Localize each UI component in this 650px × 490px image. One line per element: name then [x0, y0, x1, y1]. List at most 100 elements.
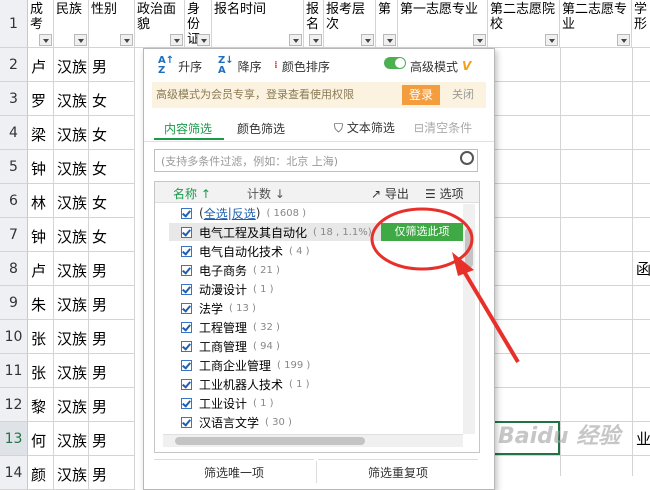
row-number[interactable]: 14 — [0, 456, 28, 490]
gender-cell[interactable]: 女 — [89, 116, 135, 150]
list-item[interactable]: 电气自动化技术( 4 ) — [181, 242, 310, 260]
filter-dropdown-icon[interactable] — [361, 34, 374, 46]
gender-cell[interactable]: 女 — [89, 184, 135, 218]
sort-ascending-button[interactable]: A↑ Z 升序 — [158, 56, 202, 76]
column-header[interactable]: 第二志愿专业 — [560, 0, 632, 48]
login-button[interactable]: 登录 — [402, 85, 440, 105]
scrollbar-thumb[interactable] — [465, 228, 473, 268]
ethnic-cell[interactable]: 汉族 — [54, 320, 89, 354]
checkbox[interactable] — [181, 245, 192, 257]
name-cell[interactable]: 何 — [28, 422, 54, 456]
filter-dropdown-icon[interactable] — [473, 34, 486, 46]
ethnic-cell[interactable]: 汉族 — [54, 116, 89, 150]
checkbox[interactable] — [181, 378, 192, 390]
ethnic-cell[interactable]: 汉族 — [54, 354, 89, 388]
filter-dropdown-icon[interactable] — [289, 34, 302, 46]
gender-cell[interactable]: 女 — [89, 82, 135, 116]
select-all-row[interactable]: (全选 | 反选)( 1608 ) — [181, 204, 306, 222]
row-number[interactable]: 10 — [0, 320, 28, 354]
row-number[interactable]: 3 — [0, 82, 28, 116]
ethnic-cell[interactable]: 汉族 — [54, 150, 89, 184]
options-button[interactable]: ☰ 选项 — [425, 185, 464, 202]
column-header[interactable]: 政治面貌 — [135, 0, 185, 48]
column-header[interactable]: 第一志愿专业 — [398, 0, 488, 48]
name-cell[interactable]: 卢 — [28, 48, 54, 82]
ethnic-cell[interactable]: 汉族 — [54, 286, 89, 320]
tab-content-filter[interactable]: 内容筛选 — [164, 120, 212, 137]
vertical-scrollbar[interactable] — [463, 204, 475, 434]
list-item[interactable]: 汉语言文学( 30 ) — [181, 413, 292, 431]
row-number[interactable]: 7 — [0, 218, 28, 252]
list-item[interactable]: 电气工程及其自动化( 18 , 1.1%) — [181, 223, 372, 241]
column-header[interactable]: 报名时间 — [212, 0, 304, 48]
advanced-mode-toggle[interactable] — [384, 57, 406, 69]
close-banner-button[interactable]: 关闭 — [452, 82, 474, 108]
gender-cell[interactable]: 男 — [89, 422, 135, 456]
list-item[interactable]: 电子商务( 21 ) — [181, 261, 280, 279]
ethnic-cell[interactable]: 汉族 — [54, 456, 89, 490]
row-number[interactable]: 5 — [0, 150, 28, 184]
gender-cell[interactable]: 男 — [89, 456, 135, 490]
name-cell[interactable]: 朱 — [28, 286, 54, 320]
name-cell[interactable]: 张 — [28, 354, 54, 388]
list-item[interactable]: 动漫设计( 1 ) — [181, 280, 274, 298]
filter-dropdown-icon[interactable] — [309, 34, 322, 46]
filter-dropdown-icon[interactable] — [120, 34, 133, 46]
checkbox[interactable] — [181, 226, 192, 238]
name-cell[interactable]: 颜 — [28, 456, 54, 490]
gender-cell[interactable]: 男 — [89, 252, 135, 286]
column-header[interactable]: 身份证 — [185, 0, 212, 48]
checkbox[interactable] — [181, 207, 192, 219]
column-header[interactable]: 民族 — [54, 0, 89, 48]
filter-unique-button[interactable]: 筛选唯一项 — [154, 459, 314, 486]
sort-by-name[interactable]: 名称 ↑ — [173, 185, 211, 202]
list-item[interactable]: 法学( 13 ) — [181, 299, 256, 317]
filter-only-this-button[interactable]: 仅筛选此项 — [381, 223, 463, 241]
row-number[interactable]: 9 — [0, 286, 28, 320]
name-cell[interactable]: 卢 — [28, 252, 54, 286]
filter-dropdown-icon[interactable] — [170, 34, 183, 46]
scrollbar-thumb[interactable] — [175, 437, 365, 445]
tab-color-filter[interactable]: 颜色筛选 — [237, 120, 285, 137]
filter-dropdown-icon[interactable] — [617, 34, 630, 46]
filter-dropdown-icon[interactable] — [197, 34, 210, 46]
ethnic-cell[interactable]: 汉族 — [54, 252, 89, 286]
filter-dropdown-icon[interactable] — [383, 34, 396, 46]
column-header[interactable]: 第二志愿院校 — [488, 0, 560, 48]
column-header[interactable]: 成考 — [28, 0, 54, 48]
invert-link[interactable]: 反选 — [232, 205, 256, 222]
row-number[interactable]: 11 — [0, 354, 28, 388]
list-item[interactable]: 工商企业管理( 199 ) — [181, 356, 310, 374]
name-cell[interactable]: 梁 — [28, 116, 54, 150]
name-cell[interactable]: 罗 — [28, 82, 54, 116]
row-number[interactable]: 12 — [0, 388, 28, 422]
search-input[interactable]: (支持多条件过滤，例如：北京 上海) — [154, 149, 478, 172]
ethnic-cell[interactable]: 汉族 — [54, 422, 89, 456]
name-cell[interactable]: 张 — [28, 320, 54, 354]
column-header[interactable]: 第 — [376, 0, 398, 48]
ethnic-cell[interactable]: 汉族 — [54, 48, 89, 82]
row-number[interactable]: 1 — [0, 0, 28, 48]
checkbox[interactable] — [181, 302, 192, 314]
column-header[interactable]: 报名 — [304, 0, 324, 48]
list-item[interactable]: 工业机器人技术( 1 ) — [181, 375, 310, 393]
column-header[interactable]: 性别 — [89, 0, 135, 48]
filter-dropdown-icon[interactable] — [545, 34, 558, 46]
filter-dropdown-icon[interactable] — [39, 34, 52, 46]
checkbox[interactable] — [181, 264, 192, 276]
row-number-selected[interactable]: 13 — [0, 422, 28, 456]
checkbox[interactable] — [181, 340, 192, 352]
row-number[interactable]: 4 — [0, 116, 28, 150]
name-cell[interactable]: 黎 — [28, 388, 54, 422]
horizontal-scrollbar[interactable] — [163, 434, 463, 447]
sort-descending-button[interactable]: Z↓ A 降序 — [218, 56, 262, 76]
ethnic-cell[interactable]: 汉族 — [54, 184, 89, 218]
checkbox[interactable] — [181, 397, 192, 409]
sort-by-count[interactable]: 计数 ↓ — [247, 185, 285, 202]
clear-conditions-button[interactable]: ⊟清空条件 — [414, 119, 472, 136]
list-item[interactable]: 工业设计( 1 ) — [181, 394, 274, 412]
checkbox[interactable] — [181, 416, 192, 428]
select-all-link[interactable]: 全选 — [204, 205, 228, 222]
checkbox[interactable] — [181, 359, 192, 371]
cell-text[interactable]: 函 — [636, 252, 650, 286]
